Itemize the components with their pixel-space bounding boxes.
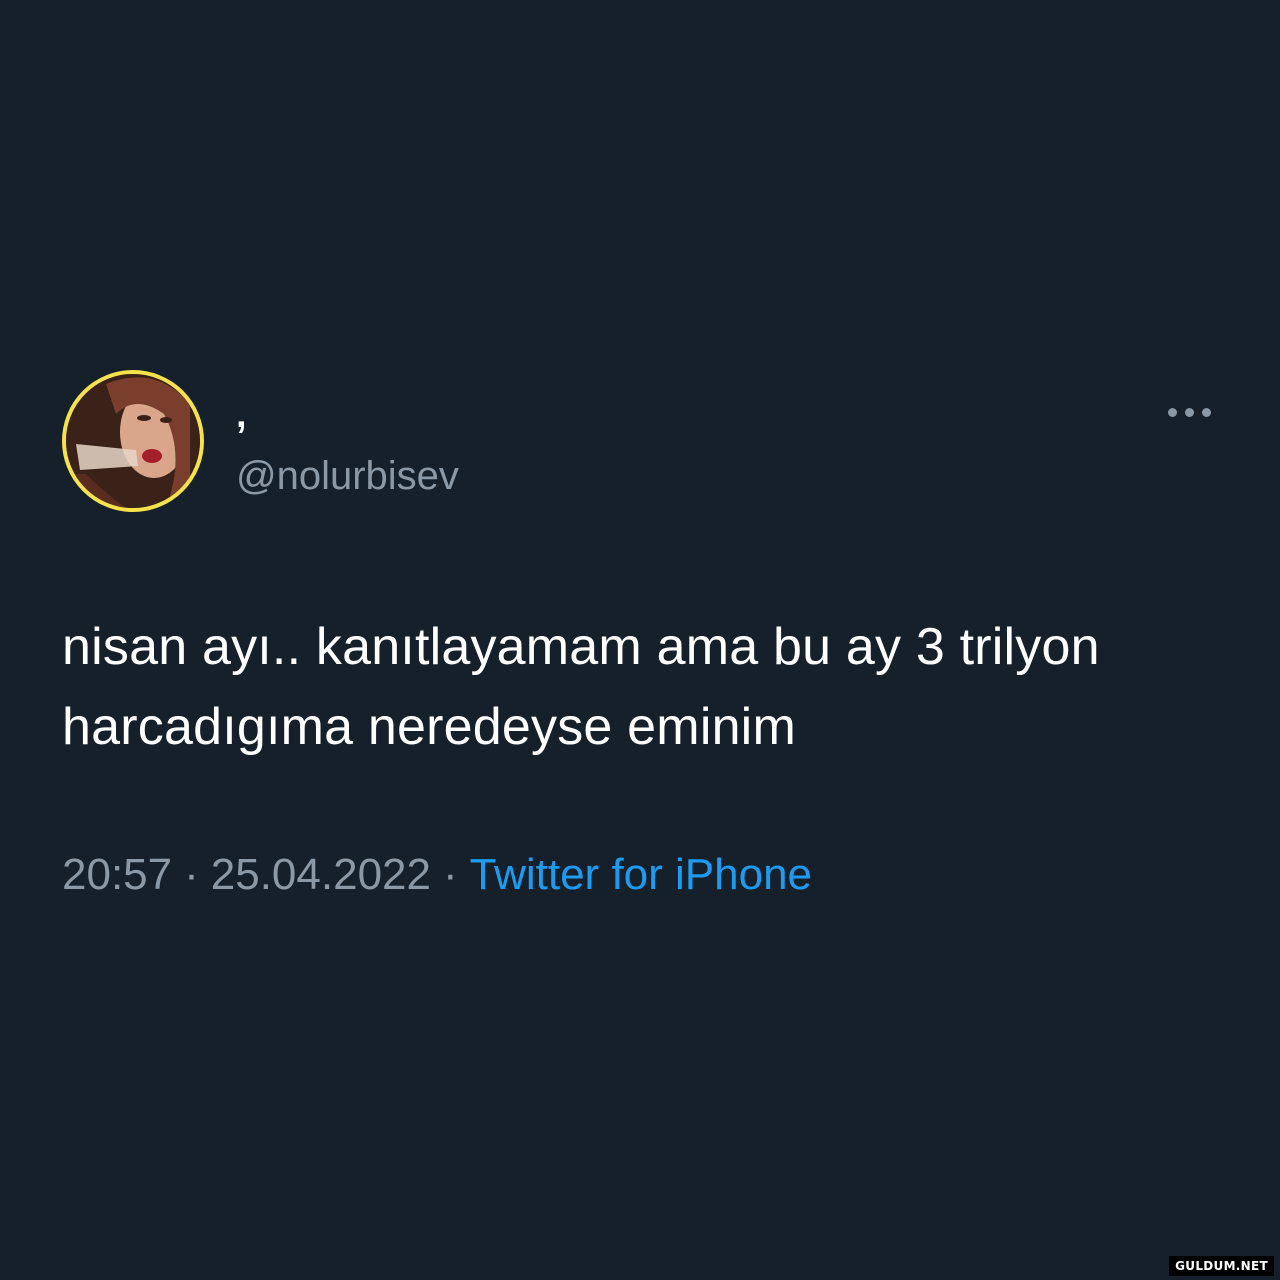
tweet-source-link[interactable]: Twitter for iPhone: [470, 850, 812, 899]
tweet-time[interactable]: 20:57: [62, 850, 172, 899]
user-handle[interactable]: @nolurbisev: [236, 456, 459, 496]
tweet-card: , @nolurbisev nisan ayı.. kanıtlayamam a…: [62, 370, 1222, 899]
meta-separator: ·: [442, 850, 458, 899]
more-horizontal-icon[interactable]: [1168, 404, 1212, 420]
tweet-date[interactable]: 25.04.2022: [211, 850, 431, 899]
tweet-text: nisan ayı.. kanıtlayamam ama bu ay 3 tri…: [62, 618, 1100, 756]
avatar[interactable]: [62, 370, 204, 512]
tweet-meta: 20:57 · 25.04.2022 · Twitter for iPhone: [62, 850, 812, 900]
display-name[interactable]: ,: [236, 396, 247, 434]
meta-separator: ·: [184, 850, 199, 899]
more-dot: [1202, 408, 1211, 417]
more-dot: [1185, 408, 1194, 417]
avatar-photo: [66, 374, 200, 508]
watermark: GULDUM.NET: [1169, 1256, 1274, 1276]
more-dot: [1168, 408, 1177, 417]
tweet-header: , @nolurbisev: [62, 370, 1222, 520]
